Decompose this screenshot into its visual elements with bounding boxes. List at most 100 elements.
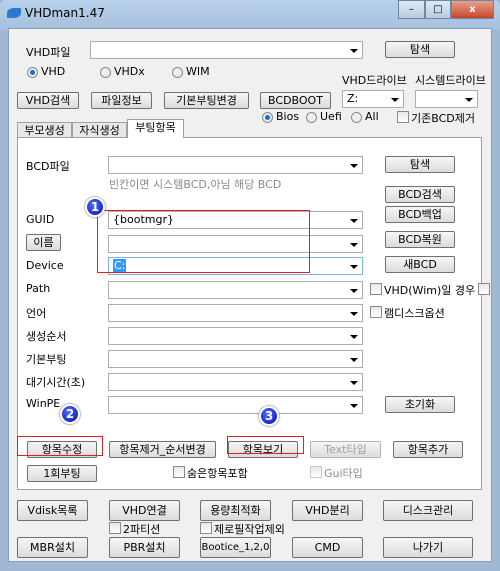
vhd-file-label: VHD파일	[26, 46, 71, 59]
exit-button[interactable]: 나가기	[383, 537, 473, 558]
file-info-button[interactable]: 파일정보	[91, 92, 152, 109]
vdisk-list-button[interactable]: Vdisk목록	[17, 500, 88, 521]
optimize-size-button[interactable]: 용량최적화	[200, 500, 271, 521]
new-bcd-button[interactable]: 새BCD	[385, 256, 455, 273]
bcd-backup-button[interactable]: BCD백업	[385, 206, 455, 223]
bcd-restore-button[interactable]: BCD복원	[385, 231, 455, 248]
chevron-down-icon	[350, 49, 358, 53]
radio-vhdx-label: VHDx	[114, 65, 145, 78]
vhd-attach-button[interactable]: VHD연결	[109, 500, 180, 521]
radio-bios[interactable]	[262, 112, 273, 123]
vhd-detach-button[interactable]: VHD분리	[292, 500, 363, 521]
bcd-search-button[interactable]: BCD검색	[385, 186, 455, 203]
device-label: Device	[26, 259, 64, 272]
chevron-down-icon	[350, 164, 358, 168]
path-combo[interactable]	[108, 281, 363, 299]
vhd-drive-label: VHD드라이브	[342, 74, 407, 87]
timeout-label: 대기시간(초)	[26, 376, 86, 389]
name-combo[interactable]	[108, 235, 363, 253]
vhd-file-combo[interactable]	[90, 41, 363, 59]
chevron-down-icon	[465, 98, 473, 102]
tab-child-create[interactable]: 자식생성	[72, 122, 127, 138]
device-combo[interactable]: C:	[108, 257, 363, 275]
default-boot-change-button[interactable]: 기본부팅변경	[164, 92, 249, 109]
remove-bcd-checkbox[interactable]	[397, 111, 409, 123]
order-label: 생성순서	[26, 330, 67, 343]
radio-vhd[interactable]	[27, 67, 38, 78]
default-boot-combo[interactable]	[108, 350, 363, 368]
ramdisk-label: 램디스크옵션	[384, 307, 445, 320]
default-boot-label: 기본부팅	[26, 353, 67, 366]
radio-uefi[interactable]	[306, 112, 317, 123]
vhd-browse-button[interactable]: 탐색	[385, 41, 455, 58]
two-partition-label: 2파티션	[123, 523, 161, 536]
vhd-drive-combo[interactable]: Z:	[342, 90, 404, 108]
window-title: VHDman1.47	[25, 6, 105, 20]
remove-bcd-label: 기존BCD제거	[411, 112, 475, 125]
tab-parent-create[interactable]: 부모생성	[17, 122, 72, 138]
bcd-file-combo[interactable]	[108, 156, 363, 174]
timeout-combo[interactable]	[108, 373, 363, 391]
chevron-down-icon	[350, 312, 358, 316]
one-time-boot-button[interactable]: 1회부팅	[27, 465, 97, 482]
guid-combo[interactable]: {bootmgr}	[108, 211, 363, 229]
winpe-label: WinPE	[26, 397, 61, 410]
minimize-button[interactable]: –	[398, 0, 425, 19]
radio-uefi-label: Uefi	[320, 110, 342, 123]
edit-entry-button[interactable]: 항목수정	[27, 441, 97, 458]
path-label: Path	[26, 282, 51, 295]
pbr-install-button[interactable]: PBR설치	[109, 537, 180, 558]
chevron-down-icon	[350, 404, 358, 408]
tab-boot-entries[interactable]: 부팅항목	[127, 119, 184, 138]
reset-button[interactable]: 초기화	[385, 396, 455, 413]
bcd-browse-button[interactable]: 탐색	[385, 156, 455, 173]
vhd-wim-extra-checkbox[interactable]	[478, 283, 490, 295]
exclude-zerofill-checkbox[interactable]	[200, 522, 212, 534]
name-button[interactable]: 이름	[26, 234, 61, 251]
cmd-button[interactable]: CMD	[292, 537, 363, 558]
radio-all-label: All	[365, 110, 379, 123]
radio-wim[interactable]	[172, 67, 183, 78]
include-hidden-checkbox[interactable]	[173, 466, 185, 478]
vhd-search-button[interactable]: VHD검색	[17, 92, 79, 109]
bootice-button[interactable]: Bootice_1,2,0	[200, 537, 271, 558]
chevron-down-icon	[350, 265, 358, 269]
add-entry-button[interactable]: 항목추가	[393, 441, 463, 458]
radio-vhd-label: VHD	[41, 65, 66, 78]
view-entries-button[interactable]: 항목보기	[228, 441, 298, 458]
maximize-button[interactable]: □	[425, 0, 451, 19]
exclude-zerofill-label: 제로필작업제외	[214, 523, 285, 536]
bcdboot-button[interactable]: BCDBOOT	[260, 92, 331, 109]
vhd-wim-checkbox[interactable]	[370, 283, 382, 295]
chevron-down-icon	[350, 243, 358, 247]
chevron-down-icon	[350, 289, 358, 293]
language-combo[interactable]	[108, 304, 363, 322]
gui-type-label: Gui타입	[324, 467, 363, 480]
marker-2: 2	[60, 404, 80, 424]
winpe-combo[interactable]	[108, 396, 363, 414]
chevron-down-icon	[391, 98, 399, 102]
radio-vhdx[interactable]	[100, 67, 111, 78]
language-label: 언어	[26, 307, 47, 320]
ramdisk-checkbox[interactable]	[370, 306, 382, 318]
chevron-down-icon	[350, 381, 358, 385]
radio-all[interactable]	[351, 112, 362, 123]
two-partition-checkbox[interactable]	[109, 522, 121, 534]
guid-label: GUID	[26, 213, 55, 226]
gui-type-checkbox[interactable]	[310, 466, 322, 478]
radio-wim-label: WIM	[186, 65, 210, 78]
marker-3: 3	[259, 406, 279, 426]
radio-bios-label: Bios	[276, 110, 300, 123]
disk-management-button[interactable]: 디스크관리	[383, 500, 473, 521]
system-drive-combo[interactable]	[415, 90, 478, 108]
mbr-install-button[interactable]: MBR설치	[17, 537, 88, 558]
chevron-down-icon	[350, 335, 358, 339]
remove-reorder-button[interactable]: 항목제거_순서변경	[109, 441, 216, 458]
marker-1: 1	[85, 197, 105, 217]
order-combo[interactable]	[108, 327, 363, 345]
chevron-down-icon	[350, 219, 358, 223]
include-hidden-label: 숨은항목포함	[187, 467, 248, 480]
close-button[interactable]: x	[451, 0, 494, 19]
text-type-button[interactable]: Text타입	[310, 441, 381, 458]
bcd-file-label: BCD파일	[26, 160, 70, 173]
